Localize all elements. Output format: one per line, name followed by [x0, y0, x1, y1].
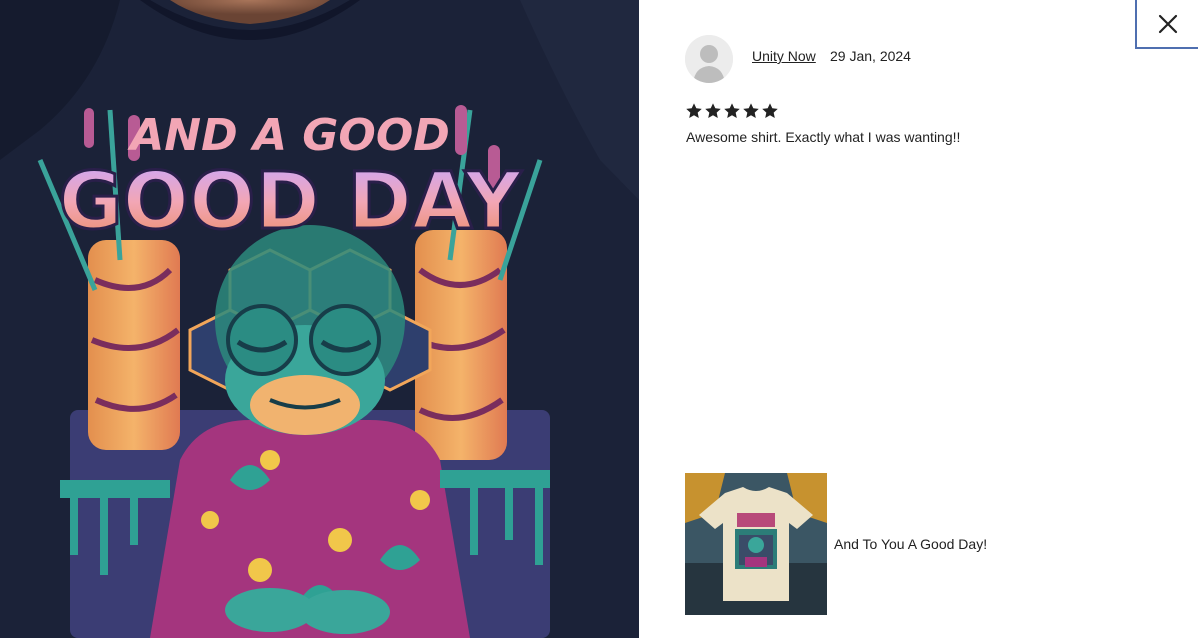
user-placeholder-icon [685, 35, 733, 83]
reviewer-name-link[interactable]: Unity Now [752, 48, 816, 64]
tshirt-product-image [685, 473, 827, 615]
review-photo: AND A GOOD GOOD DAY [0, 0, 639, 638]
star-rating [685, 102, 779, 120]
shirt-text-top: AND A GOOD [127, 110, 450, 161]
star-icon [743, 103, 759, 118]
star-icon [705, 103, 721, 118]
star-icon [686, 103, 702, 118]
star-icon [762, 103, 778, 118]
avatar [685, 35, 733, 83]
shirt-text-main: GOOD DAY [59, 157, 523, 247]
close-icon [1158, 14, 1177, 33]
close-button[interactable] [1135, 0, 1198, 49]
review-date: 29 Jan, 2024 [830, 48, 911, 64]
product-title-link[interactable]: And To You A Good Day! [834, 536, 987, 552]
review-text: Awesome shirt. Exactly what I was wantin… [686, 129, 961, 145]
star-icon [724, 103, 740, 118]
product-thumbnail[interactable] [685, 473, 827, 615]
